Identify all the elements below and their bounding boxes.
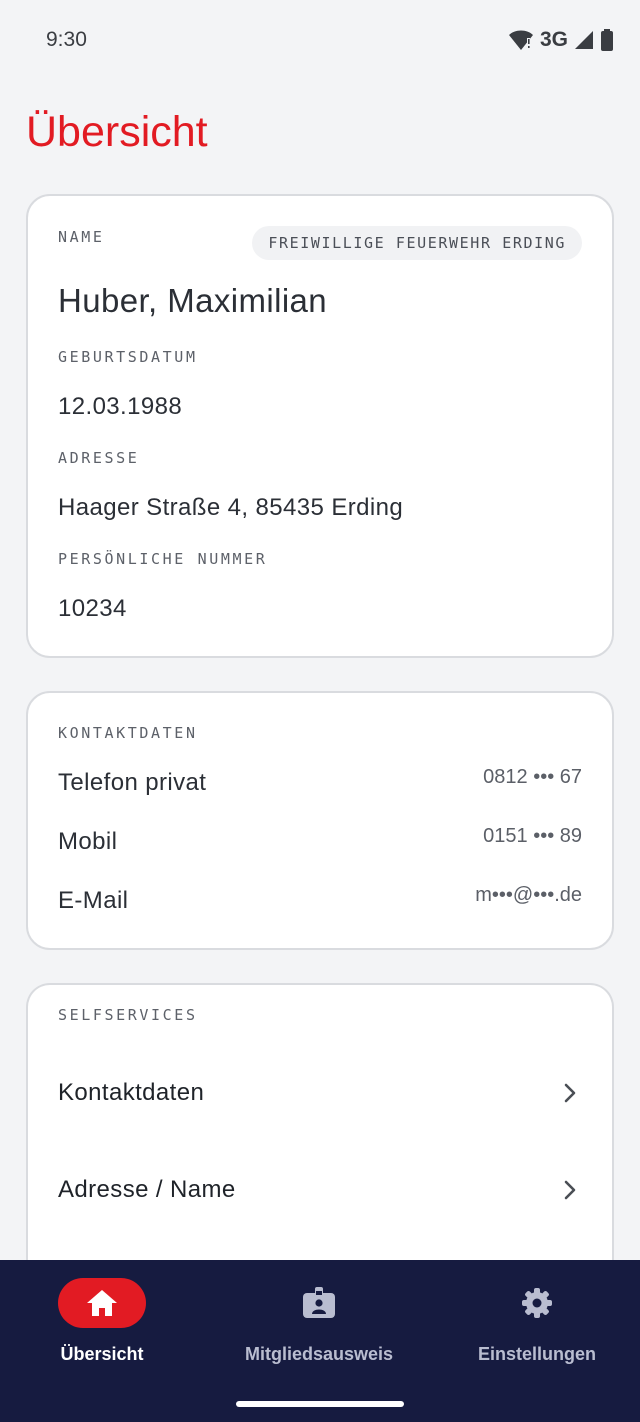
selfservice-label: Kontaktdaten <box>58 1079 205 1106</box>
contact-label: E-Mail <box>58 887 129 914</box>
nav-item-overview[interactable]: Übersicht <box>2 1278 202 1365</box>
address-value: Haager Straße 4, 85435 Erding <box>58 494 404 521</box>
nav-item-membership-card[interactable]: Mitgliedsausweis <box>219 1278 419 1365</box>
contact-row-phone: Telefon privat 0812 ••• 67 <box>58 766 582 809</box>
contact-label: Telefon privat <box>58 769 207 796</box>
nav-label: Mitgliedsausweis <box>244 1344 394 1364</box>
selfservice-item-contact[interactable]: Kontaktdaten <box>58 1063 582 1123</box>
wifi-alert-icon <box>508 30 533 50</box>
personal-data-card: NAME FREIWILLIGE FEUERWEHR ERDING Huber,… <box>26 194 614 658</box>
contact-label: Mobil <box>58 828 118 855</box>
contact-header: KONTAKTDATEN <box>58 724 198 742</box>
personal-number-label: PERSÖNLICHE NUMMER <box>58 550 268 568</box>
gear-icon <box>522 1288 552 1318</box>
battery-icon <box>601 29 613 51</box>
personal-number-value: 10234 <box>58 595 127 622</box>
status-bar: 9:30 3G <box>0 0 640 80</box>
status-time: 9:30 <box>46 28 87 51</box>
chevron-right-icon <box>564 1180 576 1200</box>
nav-label: Einstellungen <box>477 1344 596 1364</box>
signal-icon <box>575 31 593 49</box>
nav-pill <box>275 1278 363 1328</box>
bottom-navigation: Übersicht Mitgliedsausweis Einstellungen <box>0 1260 640 1422</box>
id-card-icon <box>303 1287 335 1318</box>
nav-active-indicator <box>58 1278 146 1328</box>
member-name: Huber, Maximilian <box>58 282 328 319</box>
network-type: 3G <box>539 28 568 51</box>
nav-pill <box>493 1278 581 1328</box>
contact-data-card: KONTAKTDATEN Telefon privat 0812 ••• 67 … <box>26 691 614 950</box>
organization-badge: FREIWILLIGE FEUERWEHR ERDING <box>252 226 582 260</box>
status-icons: 3G <box>508 28 614 52</box>
contact-value: 0812 ••• 67 <box>483 766 582 788</box>
selfservice-item-address[interactable]: Adresse / Name <box>58 1160 582 1220</box>
name-label: NAME <box>58 228 105 246</box>
nav-item-settings[interactable]: Einstellungen <box>437 1278 637 1365</box>
address-label: ADRESSE <box>58 449 140 467</box>
contact-value: m•••@•••.de <box>475 884 582 906</box>
chevron-right-icon <box>564 1083 576 1103</box>
selfservice-label: Adresse / Name <box>58 1176 236 1203</box>
contact-value: 0151 ••• 89 <box>483 825 582 847</box>
contact-row-mobile: Mobil 0151 ••• 89 <box>58 825 582 868</box>
home-icon <box>87 1290 117 1316</box>
nav-label: Übersicht <box>60 1344 144 1364</box>
birthdate-value: 12.03.1988 <box>58 393 183 420</box>
home-indicator[interactable] <box>236 1401 404 1407</box>
birthdate-label: GEBURTSDATUM <box>58 348 198 366</box>
selfservices-header: SELFSERVICES <box>58 1006 198 1024</box>
contact-row-email: E-Mail m•••@•••.de <box>58 884 582 927</box>
page-title: Übersicht <box>26 108 208 156</box>
